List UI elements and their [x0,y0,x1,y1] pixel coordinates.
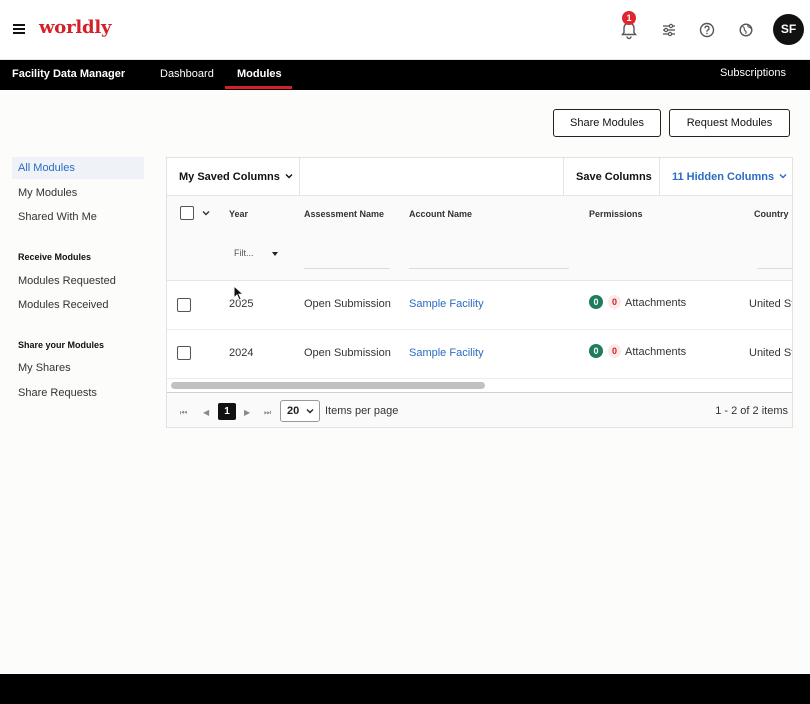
table-row[interactable]: 2025 Open Submission Sample Facility 0 0… [167,281,793,330]
mouse-cursor-icon [233,285,245,301]
top-header: worldly 1 SF [0,0,810,60]
cell-country: United St [749,298,793,310]
notification-badge: 1 [622,11,636,25]
menu-icon[interactable] [13,24,25,34]
worldly-logo[interactable]: worldly [39,17,112,38]
app-title: Facility Data Manager [12,68,126,80]
sidebar-item-all-modules[interactable]: All Modules [18,162,75,174]
country-filter-input[interactable] [757,268,792,269]
cell-assessment-name: Open Submission [304,347,391,359]
first-page-icon[interactable]: ⏮ [180,408,187,418]
items-per-page-select[interactable]: 20 [280,400,320,422]
pagination-bar: ⏮ ◀ 1 ▶ ⏭ 20 Items per page 1 - 2 of 2 i… [167,394,792,427]
hidden-columns-label: 11 Hidden Columns [672,171,775,183]
chevron-down-icon[interactable] [202,210,210,216]
items-per-page-label: Items per page [325,405,399,417]
subscriptions-link[interactable]: Subscriptions [720,67,786,79]
assessment-filter-input[interactable] [304,268,390,269]
sidebar-item-my-shares[interactable]: My Shares [18,362,71,374]
tab-modules[interactable]: Modules [237,68,282,80]
prev-page-icon[interactable]: ◀ [203,408,209,417]
select-all-checkbox[interactable] [180,206,194,220]
column-header-year[interactable]: Year [229,209,248,219]
chevron-down-icon [306,409,314,414]
account-name-link[interactable]: Sample Facility [409,347,484,359]
current-page-button[interactable]: 1 [218,403,236,420]
table-toolbar: My Saved Columns Save Columns 11 Hidden … [167,158,792,196]
main-nav: Facility Data Manager Dashboard Modules … [0,60,810,90]
sidebar-heading-share: Share your Modules [18,340,105,350]
request-modules-button[interactable]: Request Modules [669,109,790,137]
column-header-country[interactable]: Country [754,209,789,219]
last-page-icon[interactable]: ⏭ [264,408,271,418]
table-header: Year Assessment Name Account Name Permis… [167,196,792,281]
save-columns-button[interactable]: Save Columns [576,171,652,183]
hidden-columns-dropdown[interactable]: 11 Hidden Columns [672,171,787,183]
permission-count-green: 0 [589,344,603,358]
help-icon[interactable] [697,20,717,40]
cell-year: 2024 [229,347,254,359]
permission-count-red: 0 [608,295,621,309]
sidebar-item-modules-received[interactable]: Modules Received [18,299,109,311]
sidebar-heading-receive: Receive Modules [18,252,92,262]
cell-assessment-name: Open Submission [304,298,391,310]
sidebar-item-share-requests[interactable]: Share Requests [18,387,97,399]
cell-country: United St [749,347,793,359]
permission-count-red: 0 [608,344,621,358]
column-header-account-name[interactable]: Account Name [409,209,472,219]
sliders-icon[interactable] [659,20,679,40]
pagination-summary: 1 - 2 of 2 items [715,405,788,417]
next-page-icon[interactable]: ▶ [244,408,250,417]
footer-bar [0,674,810,704]
year-filter-select[interactable]: Filt... [234,248,254,258]
account-name-link[interactable]: Sample Facility [409,298,484,310]
sidebar-item-my-modules[interactable]: My Modules [18,187,77,199]
user-avatar[interactable]: SF [773,14,804,45]
tab-dashboard[interactable]: Dashboard [160,68,214,80]
row-checkbox[interactable] [177,346,191,360]
chevron-down-icon [285,174,293,179]
column-header-assessment-name[interactable]: Assessment Name [304,209,384,219]
toolbar-divider [563,158,564,196]
permission-count-green: 0 [589,295,603,309]
modules-table-card: My Saved Columns Save Columns 11 Hidden … [166,157,793,428]
table-row[interactable]: 2024 Open Submission Sample Facility 0 0… [167,330,793,379]
toolbar-divider [659,158,660,196]
row-checkbox[interactable] [177,298,191,312]
saved-columns-dropdown[interactable]: My Saved Columns [179,171,293,183]
column-header-permissions[interactable]: Permissions [589,209,643,219]
chevron-down-icon [779,174,787,179]
sidebar-item-modules-requested[interactable]: Modules Requested [18,275,116,287]
share-modules-button[interactable]: Share Modules [553,109,661,137]
items-per-page-value: 20 [287,405,300,417]
sidebar-item-shared-with-me[interactable]: Shared With Me [18,211,97,223]
cell-permissions-label: Attachments [625,297,687,309]
saved-columns-label: My Saved Columns [179,171,280,183]
scrollbar-thumb[interactable] [171,382,485,389]
toolbar-divider [299,158,300,196]
horizontal-scrollbar[interactable] [167,379,792,393]
active-tab-indicator [225,86,292,89]
globe-icon[interactable] [736,20,756,40]
caret-down-icon[interactable] [272,252,278,256]
cell-permissions-label: Attachments [625,346,687,358]
account-filter-input[interactable] [409,268,569,269]
